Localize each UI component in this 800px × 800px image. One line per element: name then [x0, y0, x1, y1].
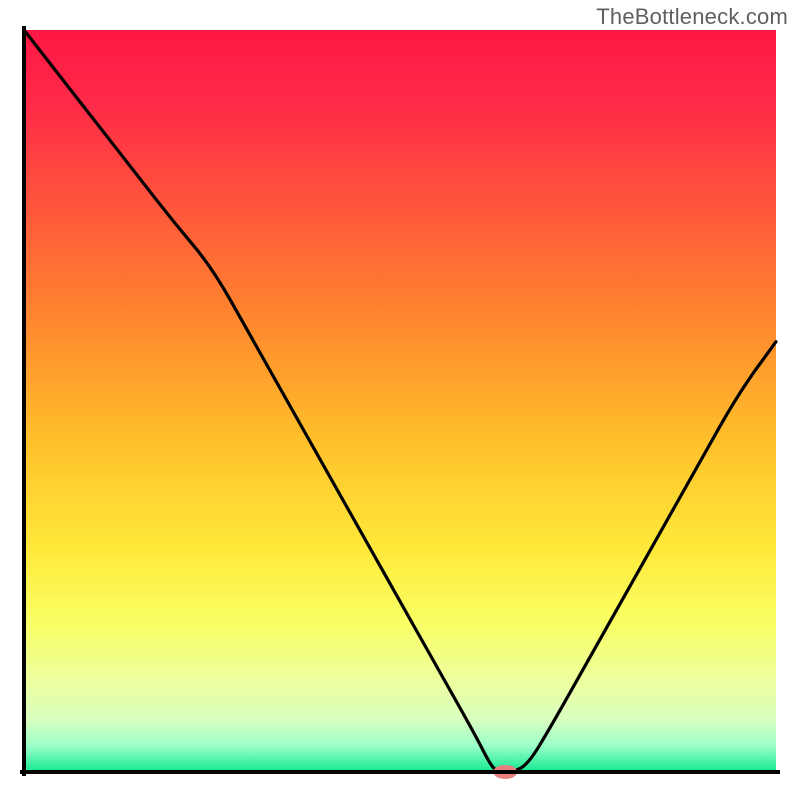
bottleneck-chart: TheBottleneck.com [0, 0, 800, 800]
watermark-label: TheBottleneck.com [596, 4, 788, 30]
chart-svg [0, 0, 800, 800]
plot-area [22, 28, 778, 779]
gradient-background [24, 30, 776, 772]
